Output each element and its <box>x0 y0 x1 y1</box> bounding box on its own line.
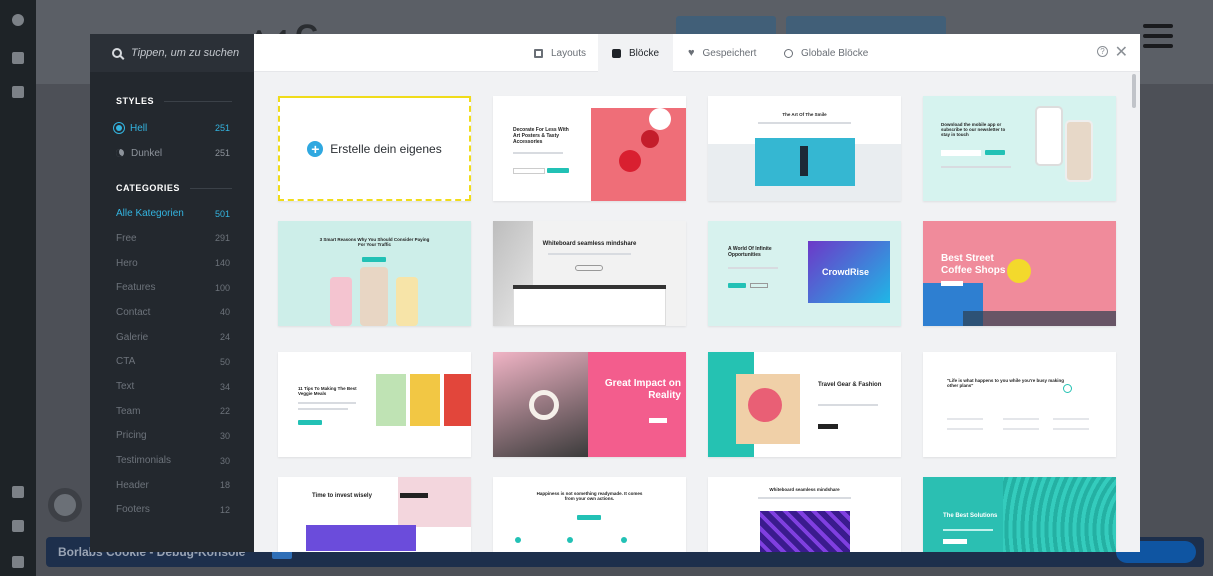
block-library-modal: Layouts Blöcke ♥ Gespeichert Globale Blöc… <box>254 34 1140 552</box>
block-card[interactable]: Happiness is not something readymade. It… <box>493 477 686 552</box>
category-item[interactable]: Alle Kategorien 501 <box>90 201 254 226</box>
block-library-sidebar: STYLES Hell 251 Dunkel 251 CATEGORIES Al… <box>90 34 254 552</box>
category-item[interactable]: Team 22 <box>90 399 254 424</box>
block-card[interactable]: Time to invest wisely <box>278 477 471 552</box>
style-item-hell[interactable]: Hell 251 <box>90 116 254 141</box>
block-card[interactable]: Whiteboard seamless mindshare <box>493 221 686 326</box>
dashboard-icon[interactable] <box>12 14 24 26</box>
category-item[interactable]: Pricing 30 <box>90 424 254 449</box>
category-item[interactable]: Features 100 <box>90 275 254 300</box>
scrollbar[interactable] <box>1132 74 1136 108</box>
block-card[interactable]: 3 Smart Reasons Why You Should Consider … <box>278 221 471 326</box>
category-item[interactable]: Hero 140 <box>90 251 254 276</box>
category-item[interactable]: CTA 50 <box>90 350 254 375</box>
category-item[interactable]: Header 18 <box>90 473 254 498</box>
layout-icon <box>534 48 543 58</box>
block-card[interactable]: Decorate For Less With Art Posters & Tas… <box>493 96 686 201</box>
monitor-icon[interactable] <box>12 486 24 498</box>
category-item[interactable]: Free 291 <box>90 226 254 251</box>
tab-layouts[interactable]: Layouts <box>520 34 600 72</box>
globe-icon <box>784 48 793 58</box>
close-icon[interactable]: ✕ <box>1115 42 1128 62</box>
hamburger-menu-icon[interactable] <box>1143 24 1173 54</box>
block-card[interactable]: Whiteboard seamless mindshare <box>708 477 901 552</box>
block-card[interactable]: Download the mobile app or subscribe to … <box>923 96 1116 201</box>
block-card[interactable]: 11 Tips To Making The Best Veggie Meals <box>278 352 471 457</box>
posts-icon[interactable] <box>12 52 24 64</box>
category-item[interactable]: Galerie 24 <box>90 325 254 350</box>
settings-gear-icon[interactable] <box>48 488 82 522</box>
block-card[interactable]: Travel Gear & Fashion <box>708 352 901 457</box>
heart-icon: ♥ <box>688 47 695 59</box>
categories-heading: CATEGORIES <box>90 179 254 197</box>
search-input[interactable] <box>131 47 241 59</box>
search-icon <box>112 48 122 58</box>
category-item[interactable]: Testimonials 30 <box>90 448 254 473</box>
tab-bar: Layouts Blöcke ♥ Gespeichert Globale Blöc… <box>254 34 1140 72</box>
category-item[interactable]: Contact 40 <box>90 300 254 325</box>
block-card[interactable]: The Art Of The Smile <box>708 96 901 201</box>
tab-bloecke[interactable]: Blöcke <box>598 34 674 72</box>
style-item-dunkel[interactable]: Dunkel 251 <box>90 141 254 166</box>
admin-menu-strip <box>0 0 36 576</box>
block-card[interactable]: The Best Solutions <box>923 477 1116 552</box>
category-item[interactable]: Footers 12 <box>90 498 254 523</box>
sun-icon <box>116 125 122 132</box>
exit-icon[interactable] <box>12 556 24 568</box>
create-own-block-card[interactable]: + Erstelle dein eigenes <box>278 96 471 201</box>
page-icon[interactable] <box>12 520 24 532</box>
search-bar <box>90 34 254 72</box>
moon-icon <box>116 149 124 158</box>
block-card[interactable]: Best Street Coffee Shops <box>923 221 1116 326</box>
block-card[interactable]: "Life is what happens to you while you'r… <box>923 352 1116 457</box>
tab-gespeichert[interactable]: ♥ Gespeichert <box>674 34 770 72</box>
pin-icon[interactable] <box>12 86 24 98</box>
block-card[interactable]: Great Impact on Reality <box>493 352 686 457</box>
help-icon[interactable]: ? <box>1097 46 1108 57</box>
block-icon <box>612 48 621 58</box>
tab-globale-bloecke[interactable]: Globale Blöcke <box>770 34 882 72</box>
plus-icon: + <box>307 140 324 157</box>
styles-heading: STYLES <box>90 92 254 110</box>
category-item[interactable]: Text 34 <box>90 374 254 399</box>
block-card[interactable]: A World Of Infinite Opportunities CrowdR… <box>708 221 901 326</box>
